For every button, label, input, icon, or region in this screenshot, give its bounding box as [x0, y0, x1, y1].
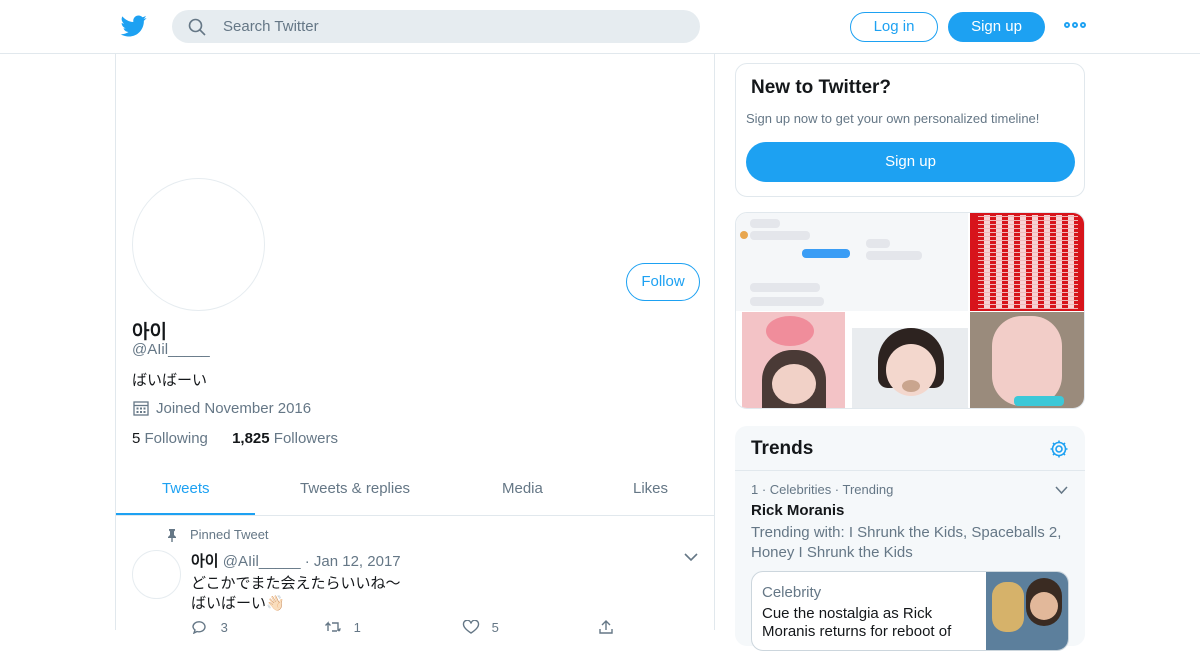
- more-options-icon[interactable]: [1064, 20, 1086, 32]
- media-thumb-red-sheet[interactable]: [970, 213, 1084, 311]
- tweet-text-line2: ばいばーい👋🏻: [191, 595, 285, 612]
- signup-button-top[interactable]: Sign up: [948, 12, 1045, 42]
- trend-card-image: [986, 572, 1068, 650]
- retweet-button[interactable]: 1: [324, 620, 361, 635]
- top-bar: Search Twitter Log in Sign up: [0, 0, 1200, 54]
- profile-handle: @AIil_____: [132, 341, 210, 358]
- tab-media[interactable]: Media: [502, 480, 543, 497]
- search-input[interactable]: Search Twitter: [223, 18, 319, 35]
- tweet-author-name[interactable]: 아이: [191, 553, 219, 570]
- profile-tabs: Tweets Tweets & replies Media Likes: [116, 464, 714, 516]
- trends-panel: Trends 1 · Celebrities · Trending Rick M…: [735, 426, 1085, 651]
- tab-tweets[interactable]: Tweets: [162, 480, 210, 497]
- trends-title: Trends: [751, 438, 814, 459]
- active-tab-indicator: [116, 513, 255, 515]
- profile-name: 아이: [132, 322, 167, 343]
- trend-meta: 1 · Celebrities · Trending: [751, 482, 894, 497]
- search-icon: [188, 18, 206, 36]
- retweet-icon: [325, 621, 341, 632]
- media-grid: [735, 212, 1085, 409]
- heart-icon: [462, 619, 480, 634]
- twitter-bird-icon[interactable]: [120, 13, 148, 39]
- share-button[interactable]: [598, 620, 614, 635]
- gear-icon[interactable]: [1049, 439, 1069, 459]
- pinned-text: Pinned Tweet: [190, 527, 269, 542]
- trend-card-category: Celebrity: [762, 584, 822, 601]
- tweet-avatar[interactable]: [132, 550, 181, 599]
- media-thumb-feet[interactable]: [970, 312, 1084, 408]
- followers-label: Followers: [273, 430, 338, 447]
- followers-count: 1,825: [232, 430, 270, 447]
- trend-related: Trending with: I Shrunk the Kids, Spaceb…: [751, 524, 1062, 561]
- reply-button[interactable]: 3: [191, 620, 228, 635]
- media-thumb-selfie-collage[interactable]: [742, 312, 845, 408]
- reply-count: 3: [220, 620, 228, 635]
- followers-link[interactable]: 1,825 Followers: [232, 430, 338, 447]
- profile-avatar[interactable]: [132, 178, 265, 311]
- new-to-twitter-text: Sign up now to get your own personalized…: [746, 111, 1040, 126]
- pinned-label: Pinned Tweet: [166, 527, 269, 542]
- profile-column: Follow 아이 @AIil_____ ばいばーい Joined Novemb…: [115, 54, 715, 635]
- profile-stats: 5 Following 1,825 Followers: [132, 430, 338, 447]
- like-count: 5: [491, 620, 499, 635]
- new-to-twitter-title: New to Twitter?: [751, 77, 892, 98]
- following-count: 5: [132, 430, 141, 447]
- trends-divider: [735, 470, 1085, 471]
- tweet-text-line1: どこかでまた会えたらいいね〜: [191, 575, 401, 592]
- search-box[interactable]: Search Twitter: [172, 10, 700, 43]
- tweet-header: 아이 @AIil_____ · Jan 12, 2017: [191, 550, 401, 571]
- following-label: Following: [144, 430, 208, 447]
- profile-joined: Joined November 2016: [132, 399, 311, 417]
- signup-button-sidebar[interactable]: Sign up: [746, 142, 1075, 182]
- like-button[interactable]: 5: [462, 619, 499, 635]
- tab-likes[interactable]: Likes: [633, 480, 668, 497]
- profile-bio: ばいばーい: [132, 372, 208, 389]
- share-icon: [599, 620, 613, 634]
- trend-name[interactable]: Rick Moranis: [751, 502, 844, 519]
- chevron-down-icon[interactable]: [684, 552, 698, 562]
- trend-news-card[interactable]: Celebrity Cue the nostalgia as Rick Mora…: [751, 571, 1069, 651]
- pin-icon: [168, 528, 176, 542]
- chevron-down-icon[interactable]: [1055, 486, 1068, 495]
- follow-button[interactable]: Follow: [626, 263, 700, 301]
- joined-text: Joined November 2016: [156, 399, 312, 417]
- login-button[interactable]: Log in: [850, 12, 938, 42]
- tweet-date[interactable]: · Jan 12, 2017: [305, 553, 401, 570]
- tweet-author-handle[interactable]: @AIil_____: [223, 553, 301, 570]
- new-to-twitter-box: New to Twitter? Sign up now to get your …: [735, 63, 1085, 197]
- calendar-icon: [133, 401, 149, 416]
- following-link[interactable]: 5 Following: [132, 430, 208, 447]
- media-thumb-chat-screenshot[interactable]: [736, 213, 968, 311]
- retweet-count: 1: [353, 620, 361, 635]
- tab-tweets-replies[interactable]: Tweets & replies: [300, 480, 410, 497]
- media-thumb-selfie[interactable]: [852, 328, 968, 408]
- reply-icon: [192, 621, 206, 635]
- trend-card-text: Cue the nostalgia as Rick Moranis return…: [762, 605, 952, 640]
